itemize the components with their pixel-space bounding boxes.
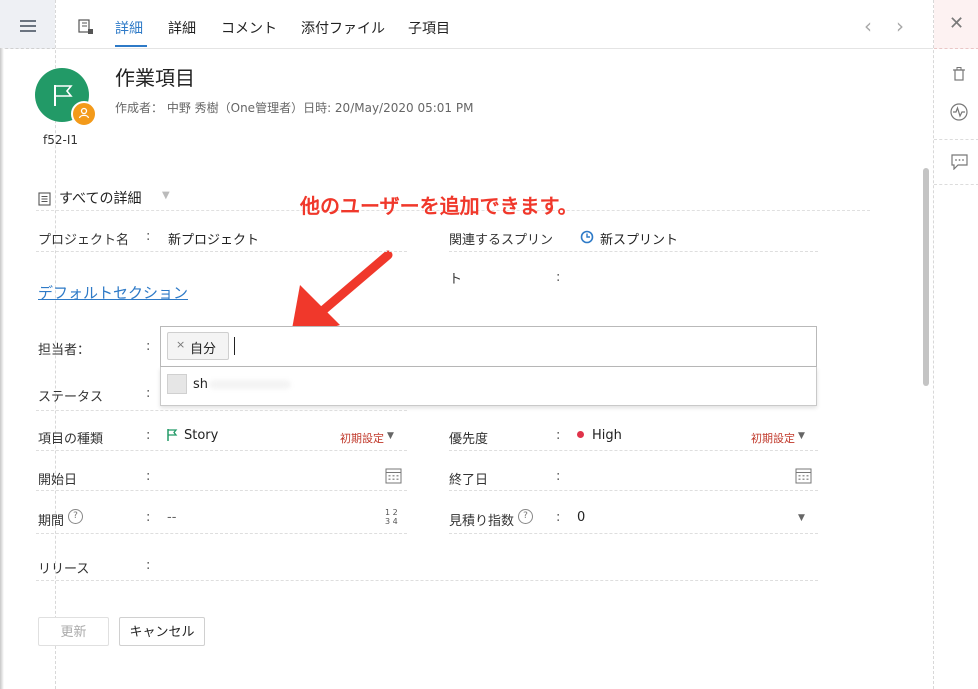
- help-icon[interactable]: ?: [68, 509, 83, 524]
- project-value[interactable]: 新プロジェクト: [168, 229, 259, 248]
- detail-header: 詳細 詳細 コメント 添付ファイル 子項目 ‹ ›: [56, 0, 933, 49]
- close-cell[interactable]: ✕: [934, 0, 978, 49]
- type-value[interactable]: Story: [184, 428, 218, 443]
- row-divider: [449, 490, 818, 491]
- assignee-chip[interactable]: × 自分: [167, 332, 229, 360]
- colon: :: [146, 510, 151, 525]
- estimate-value[interactable]: 0: [577, 510, 585, 525]
- document-icon: [38, 192, 51, 206]
- status-label: ステータス: [38, 390, 104, 405]
- duration-label: 期間: [38, 514, 65, 529]
- section-heading: すべての詳細: [59, 191, 142, 207]
- priority-value[interactable]: High: [592, 428, 622, 443]
- tab-comments[interactable]: コメント: [221, 18, 277, 38]
- menu-cell[interactable]: [0, 0, 55, 49]
- colon: :: [556, 270, 561, 285]
- tab-details-2[interactable]: 詳細: [168, 18, 196, 38]
- flag-icon: [54, 85, 73, 106]
- calendar-icon[interactable]: [795, 467, 812, 484]
- row-divider: [36, 533, 407, 534]
- row-divider: [449, 533, 818, 534]
- estimate-label: 見積り指数: [449, 514, 515, 529]
- tab-attachments[interactable]: 添付ファイル: [301, 18, 385, 38]
- row-divider: [36, 450, 407, 451]
- priority-label: 優先度: [449, 432, 489, 447]
- sprint-icon: [580, 230, 594, 244]
- colon: :: [556, 510, 561, 525]
- default-section-link[interactable]: デフォルトセクション: [38, 282, 188, 303]
- end-date-label: 終了日: [449, 473, 489, 488]
- board-icon[interactable]: [78, 19, 94, 35]
- right-divider: [934, 139, 978, 140]
- duration-value[interactable]: --: [167, 510, 176, 525]
- row-divider: [36, 410, 407, 411]
- number-format-icon[interactable]: 1 2 3 4: [385, 508, 398, 526]
- user-badge-icon: [71, 101, 97, 127]
- sprint-label-cont: ト: [449, 272, 463, 287]
- colon: :: [146, 469, 151, 484]
- chevron-down-icon[interactable]: ▼: [387, 431, 394, 441]
- row-divider: [36, 251, 407, 252]
- assignee-suggestions: sh: [160, 367, 817, 406]
- sprint-value[interactable]: 新スプリント: [600, 229, 678, 248]
- colon: :: [146, 229, 151, 244]
- active-tab-indicator: [115, 45, 147, 47]
- cancel-button[interactable]: キャンセル: [119, 617, 205, 646]
- close-icon[interactable]: ✕: [949, 13, 964, 34]
- chevron-down-icon[interactable]: ▼: [798, 513, 805, 523]
- sprint-label: 関連するスプリン: [449, 233, 554, 248]
- calendar-icon[interactable]: [385, 467, 402, 484]
- hamburger-icon[interactable]: [20, 20, 36, 32]
- colon: :: [556, 469, 561, 484]
- colon: :: [146, 558, 151, 573]
- row-divider: [36, 490, 407, 491]
- colon: :: [556, 428, 561, 443]
- item-id: f52-I1: [43, 133, 78, 147]
- page-title[interactable]: 作業項目: [115, 62, 195, 91]
- item-meta: 作成者： 中野 秀樹（One管理者）日時: 20/May/2020 05:01 …: [115, 101, 474, 115]
- colon: :: [146, 428, 151, 443]
- redacted-blur: [209, 380, 291, 389]
- next-icon[interactable]: ›: [896, 14, 904, 38]
- priority-dot-icon: [577, 431, 584, 438]
- chevron-down-icon: ▼: [162, 190, 170, 201]
- callout-annotation: 他のユーザーを追加できます。: [300, 194, 578, 218]
- activity-icon[interactable]: [950, 103, 968, 121]
- chevron-down-icon[interactable]: ▼: [798, 431, 805, 441]
- chip-label: 自分: [190, 342, 217, 357]
- assignee-label: 担当者：: [38, 343, 91, 358]
- scrollbar[interactable]: [923, 168, 929, 386]
- update-button[interactable]: 更新: [38, 617, 109, 646]
- previous-icon[interactable]: ‹: [864, 14, 872, 38]
- release-label: リリース: [38, 562, 90, 577]
- suggestion-item[interactable]: sh: [193, 377, 208, 392]
- row-divider: [449, 450, 818, 451]
- type-default-setting[interactable]: 初期設定: [340, 430, 384, 446]
- trash-icon[interactable]: [953, 67, 965, 81]
- row-divider: [449, 251, 818, 252]
- right-strip: ✕: [933, 0, 978, 689]
- text-caret: [234, 337, 235, 355]
- project-label: プロジェクト名: [38, 233, 130, 248]
- row-divider: [36, 580, 818, 581]
- tab-details[interactable]: 詳細: [115, 18, 143, 38]
- help-icon[interactable]: ?: [518, 509, 533, 524]
- remove-chip-icon[interactable]: ×: [176, 338, 185, 351]
- avatar: [167, 374, 187, 394]
- left-shadow: [0, 48, 4, 689]
- type-label: 項目の種類: [38, 432, 104, 447]
- priority-default-setting[interactable]: 初期設定: [751, 430, 795, 446]
- right-divider-2: [934, 184, 978, 185]
- assignee-input[interactable]: × 自分: [160, 326, 817, 367]
- start-date-label: 開始日: [38, 473, 78, 488]
- colon: :: [146, 386, 151, 401]
- story-flag-icon: [167, 429, 178, 441]
- colon: :: [146, 339, 151, 354]
- tab-children[interactable]: 子項目: [408, 18, 450, 38]
- comment-icon[interactable]: [951, 154, 968, 170]
